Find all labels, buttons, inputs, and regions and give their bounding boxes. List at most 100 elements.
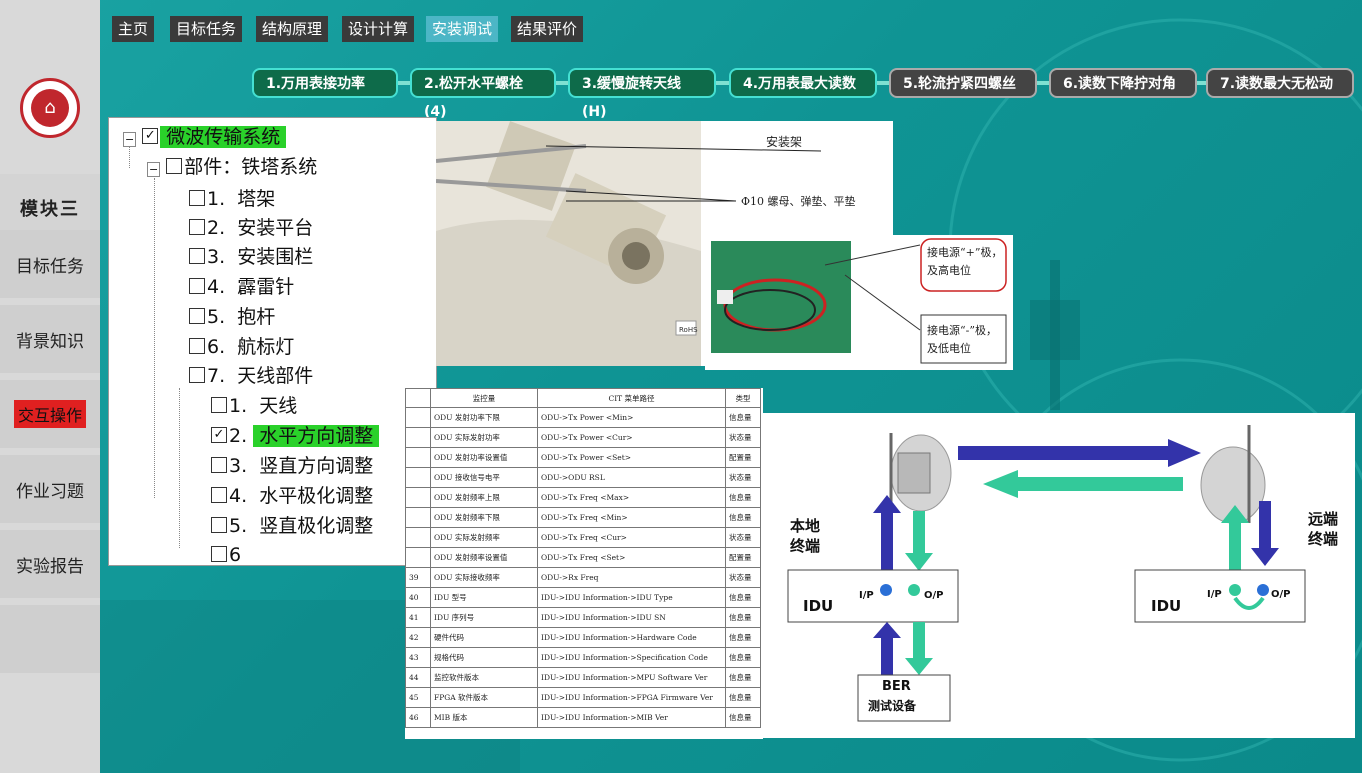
- checkbox-icon[interactable]: [189, 277, 205, 294]
- sidebar-item-background[interactable]: 背景知识: [0, 305, 100, 373]
- positive-terminal-label: 接电源“+”极，及高电位: [927, 246, 1003, 277]
- table-header: [405, 388, 431, 408]
- tree-item-label: 塔架: [237, 188, 276, 210]
- tree-sub-item[interactable]: 4. 水平极化调整: [211, 483, 373, 509]
- local-terminal-label: 本地终端: [790, 517, 821, 555]
- sidebar-item-label: 交互操作: [13, 400, 86, 428]
- sidebar-item-homework[interactable]: 作业习题: [0, 455, 100, 523]
- sidebar-item-empty: [0, 605, 100, 673]
- tree-sub-item[interactable]: 6: [211, 542, 241, 565]
- checkbox-icon[interactable]: [189, 366, 205, 383]
- tree-item[interactable]: 7. 天线部件: [189, 363, 313, 389]
- table-cell: 信息量: [725, 707, 761, 728]
- op-label-local: O/P: [924, 590, 944, 601]
- table-cell: [405, 527, 431, 548]
- checkbox-icon[interactable]: [211, 545, 227, 562]
- checkbox-icon[interactable]: [189, 189, 205, 206]
- checkbox-icon[interactable]: [189, 247, 205, 264]
- table-cell: [405, 407, 431, 428]
- checkbox-checked-icon[interactable]: ✓: [211, 426, 227, 443]
- tree-sub-item-selected[interactable]: ✓ 2. 水平方向调整: [211, 423, 380, 449]
- tree-sub-item[interactable]: 5. 竖直极化调整: [211, 513, 373, 539]
- table-cell: 信息量: [725, 647, 761, 668]
- tree-item[interactable]: 2. 安装平台: [189, 215, 313, 241]
- table-row: 40 IDU 型号 IDU->IDU Information->IDU Type 信息…: [405, 587, 761, 608]
- tree-item-num: 1.: [207, 188, 226, 210]
- tree-item[interactable]: 1. 塔架: [189, 186, 275, 212]
- table-row: 43 规格代码 IDU->IDU Information->Specificatio…: [405, 647, 761, 668]
- checkbox-icon[interactable]: [189, 307, 205, 324]
- collapse-icon[interactable]: −: [123, 132, 137, 147]
- tree-item-num: 7.: [207, 365, 226, 387]
- table-cell: IDU->IDU Information->Specification Code: [537, 647, 726, 668]
- collapse-icon[interactable]: −: [147, 162, 161, 177]
- arrow-right: [958, 439, 1201, 467]
- tree-item[interactable]: 3. 安装围栏: [189, 244, 313, 270]
- tab-install[interactable]: 安装调试: [426, 16, 499, 42]
- table-cell: [405, 547, 431, 568]
- checkbox-checked-icon[interactable]: ✓: [142, 127, 159, 144]
- tree-item[interactable]: 6. 航标灯: [189, 334, 294, 360]
- table-cell: IDU->IDU Information->MIB Ver: [537, 707, 726, 728]
- rohs-label: RoHS: [679, 326, 698, 334]
- checkbox-icon[interactable]: [211, 486, 227, 503]
- tab-home[interactable]: 主页: [112, 16, 155, 42]
- table-cell: ODU 实际接收频率: [430, 567, 538, 588]
- tree-item-num: 4.: [229, 485, 248, 507]
- checkbox-icon[interactable]: [166, 157, 183, 174]
- link-diagram-drawing: [787, 425, 1306, 722]
- table-row: 44 监控软件版本 IDU->IDU Information->MPU Softwa…: [405, 667, 761, 688]
- step-3[interactable]: 3.缓慢旋转天线(H): [568, 68, 716, 120]
- step-2[interactable]: 2.松开水平螺栓(4): [410, 68, 556, 120]
- table-cell: 信息量: [725, 507, 761, 528]
- checkbox-icon[interactable]: [211, 396, 227, 413]
- tree-sub-item[interactable]: 3. 竖直方向调整: [211, 453, 373, 479]
- tab-structure[interactable]: 结构原理: [256, 16, 329, 42]
- link-diagram: 本地终端 远端终端 IDU IDU I/P O/P I/P O/P BER 测试…: [763, 413, 1355, 738]
- arrow-left: [983, 470, 1183, 498]
- table-cell: 状态量: [725, 467, 761, 488]
- table-row: ODU 发射频率设置值 ODU->Tx Freq <Set> 配置量: [405, 547, 761, 568]
- tab-design[interactable]: 设计计算: [342, 16, 415, 42]
- tree-item[interactable]: 4. 霹雷针: [189, 274, 294, 300]
- idu-local-label: IDU: [803, 597, 834, 615]
- step-5[interactable]: 5.轮流拧紧四螺丝: [889, 68, 1037, 98]
- checkbox-icon[interactable]: [189, 218, 205, 235]
- table-cell: ODU->ODU RSL: [537, 467, 726, 488]
- step-1[interactable]: 1.万用表接功率: [252, 68, 398, 98]
- table-cell: ODU->Rx Freq: [537, 567, 726, 588]
- sidebar-item-report[interactable]: 实验报告: [0, 530, 100, 598]
- tree-item-label: 霹雷针: [237, 276, 295, 298]
- table-cell: 信息量: [725, 687, 761, 708]
- step-7[interactable]: 7.读数最大无松动: [1206, 68, 1354, 98]
- table-cell: 状态量: [725, 427, 761, 448]
- table-cell: 状态量: [725, 567, 761, 588]
- tree-part[interactable]: − 部件：铁塔系统: [147, 154, 317, 180]
- tree-root-label: 微波传输系统: [160, 126, 287, 148]
- sidebar-item-target-task[interactable]: 目标任务: [0, 230, 100, 298]
- ber-label: BER: [882, 679, 911, 694]
- arrow-down-local: [905, 511, 933, 571]
- tree-item-label: 航标灯: [237, 336, 295, 358]
- sidebar-item-interactive[interactable]: 交互操作: [0, 380, 100, 448]
- table-cell: ODU 发射功率下限: [430, 407, 538, 428]
- tree-item-num: 1.: [229, 395, 248, 417]
- step-6[interactable]: 6.读数下降拧对角: [1049, 68, 1197, 98]
- tree-item[interactable]: 5. 抱杆: [189, 304, 275, 330]
- table-row: 46 MIB 版本 IDU->IDU Information->MIB Ver 信息量: [405, 707, 761, 728]
- table-cell: IDU->IDU Information->FPGA Firmware Ver: [537, 687, 726, 708]
- tab-evaluation[interactable]: 结果评价: [511, 16, 584, 42]
- checkbox-icon[interactable]: [211, 516, 227, 533]
- module-title-label: 模块三: [20, 199, 80, 220]
- checkbox-icon[interactable]: [189, 337, 205, 354]
- table-row: ODU 发射频率上限 ODU->Tx Freq <Max> 信息量: [405, 487, 761, 508]
- step-4[interactable]: 4.万用表最大读数: [729, 68, 877, 98]
- tree-sub-item[interactable]: 1. 天线: [211, 393, 297, 419]
- checkbox-icon[interactable]: [211, 456, 227, 473]
- ber-device-label: 测试设备: [868, 699, 917, 713]
- table-cell: ODU 发射频率下限: [430, 507, 538, 528]
- tree-root[interactable]: − ✓ 微波传输系统: [123, 124, 287, 150]
- tab-target-task[interactable]: 目标任务: [170, 16, 243, 42]
- table-cell: 硬件代码: [430, 627, 538, 648]
- table-cell: 信息量: [725, 627, 761, 648]
